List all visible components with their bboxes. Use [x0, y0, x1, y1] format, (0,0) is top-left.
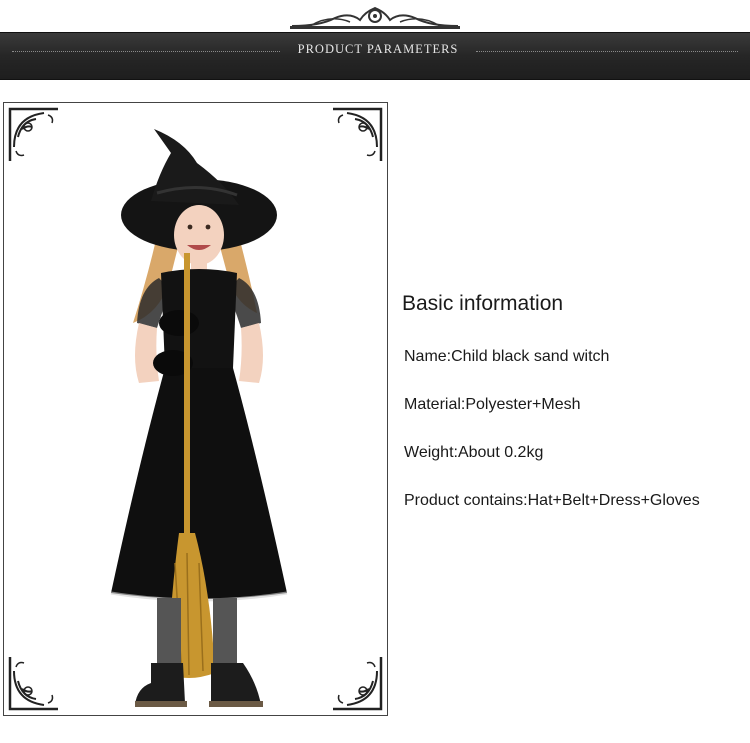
- corner-ornament-icon: [8, 107, 58, 161]
- banner-divider-right: [476, 51, 738, 52]
- corner-ornament-icon: [333, 107, 383, 161]
- info-row-contents: Product contains:Hat+Belt+Dress+Gloves: [404, 492, 700, 509]
- info-row-weight: Weight:About 0.2kg: [404, 444, 544, 461]
- info-row-name: Name:Child black sand witch: [404, 348, 610, 365]
- basic-information-heading: Basic information: [402, 292, 564, 315]
- ornament-top-icon: [290, 6, 460, 29]
- corner-ornament-icon: [333, 657, 383, 711]
- product-photo-frame: [3, 102, 388, 716]
- product-photo: [110, 129, 288, 707]
- product-parameters-banner: PRODUCT PARAMETERS: [0, 32, 750, 80]
- banner-divider-left: [12, 51, 280, 52]
- corner-ornament-icon: [8, 657, 58, 711]
- banner-title: PRODUCT PARAMETERS: [297, 42, 459, 56]
- info-row-material: Material:Polyester+Mesh: [404, 396, 581, 413]
